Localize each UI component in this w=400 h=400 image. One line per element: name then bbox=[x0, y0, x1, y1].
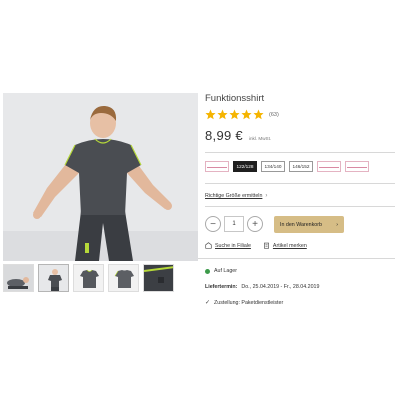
decrease-quantity-button[interactable]: − bbox=[205, 216, 221, 232]
vat-note: inkl. MwSt. bbox=[248, 136, 272, 141]
chevron-right-icon: › bbox=[265, 193, 268, 199]
size-guide-link[interactable]: Richtige Größe ermitteln › bbox=[205, 193, 267, 199]
in-stock-dot-icon bbox=[205, 268, 210, 274]
boy-in-shirt-thumbnail bbox=[39, 265, 68, 291]
size-option-146-152[interactable]: 146/152 bbox=[289, 161, 313, 172]
size-option-unavailable bbox=[345, 161, 369, 172]
star-icon bbox=[229, 109, 240, 120]
availability-text: Auf Lager bbox=[214, 268, 237, 274]
star-icon bbox=[241, 109, 252, 120]
size-selector: 122/128 134/140 146/152 bbox=[205, 161, 369, 172]
size-option-122-128[interactable]: 122/128 bbox=[233, 161, 257, 172]
shirt-front-thumbnail bbox=[74, 265, 103, 291]
thumbnail-strip bbox=[3, 264, 198, 294]
price-block: 8,99 € inkl. MwSt. bbox=[205, 128, 271, 143]
divider bbox=[205, 206, 395, 207]
quantity-stepper: − 1 + bbox=[205, 216, 263, 232]
star-icon bbox=[253, 109, 264, 120]
add-to-cart-button[interactable]: In den Warenkorb › bbox=[274, 216, 344, 233]
delivery-label: Liefertermin: bbox=[205, 284, 238, 290]
increase-quantity-button[interactable]: + bbox=[247, 216, 263, 232]
thumbnail-2[interactable] bbox=[38, 264, 69, 292]
size-guide-label: Richtige Größe ermitteln bbox=[205, 193, 263, 199]
shirt-back-thumbnail bbox=[109, 265, 138, 291]
divider bbox=[205, 152, 395, 153]
chevron-right-icon: › bbox=[336, 221, 338, 228]
delivery-date: Liefertermin: Do., 25.04.2019 - Fr., 28.… bbox=[205, 284, 319, 290]
thumbnail-4[interactable] bbox=[108, 264, 139, 292]
product-main-image[interactable] bbox=[3, 93, 198, 261]
rating[interactable]: (63) bbox=[205, 109, 279, 120]
thumbnail-1[interactable] bbox=[3, 264, 34, 292]
add-to-cart-label: In den Warenkorb bbox=[280, 221, 322, 228]
divider bbox=[198, 258, 395, 259]
secondary-actions: Suche in Filiale Artikel merken bbox=[205, 242, 307, 249]
checkmark-icon: ✓ bbox=[205, 300, 211, 306]
size-option-unavailable bbox=[317, 161, 341, 172]
remember-article-link[interactable]: Artikel merken bbox=[263, 242, 307, 249]
availability: Auf Lager bbox=[205, 268, 237, 274]
thumbnail-3[interactable] bbox=[73, 264, 104, 292]
shipping-text: Zustellung: Paketdienstleister bbox=[214, 299, 284, 306]
remember-article-label: Artikel merken bbox=[272, 242, 307, 249]
fabric-detail-thumbnail bbox=[144, 265, 173, 291]
shipping-method: ✓ Zustellung: Paketdienstleister bbox=[205, 299, 284, 307]
clipboard-icon bbox=[263, 242, 269, 249]
rating-count: (63) bbox=[269, 111, 279, 118]
thumbnail-5[interactable] bbox=[143, 264, 174, 292]
size-option-unavailable bbox=[205, 161, 229, 172]
star-icon bbox=[205, 109, 216, 120]
store-search-link[interactable]: Suche in Filiale bbox=[205, 242, 251, 249]
size-option-134-140[interactable]: 134/140 bbox=[261, 161, 285, 172]
delivery-value: Do., 25.04.2019 - Fr., 28.04.2019 bbox=[241, 284, 320, 290]
store-search-label: Suche in Filiale bbox=[215, 242, 251, 249]
star-icon bbox=[217, 109, 228, 120]
price: 8,99 € bbox=[205, 128, 243, 143]
product-title: Funktionsshirt bbox=[205, 93, 265, 104]
divider bbox=[205, 183, 395, 184]
boy-in-sport-shirt-photo bbox=[3, 93, 198, 261]
quantity-input[interactable]: 1 bbox=[224, 216, 244, 232]
store-icon bbox=[205, 242, 212, 249]
kids-on-floor-thumbnail bbox=[4, 265, 33, 291]
